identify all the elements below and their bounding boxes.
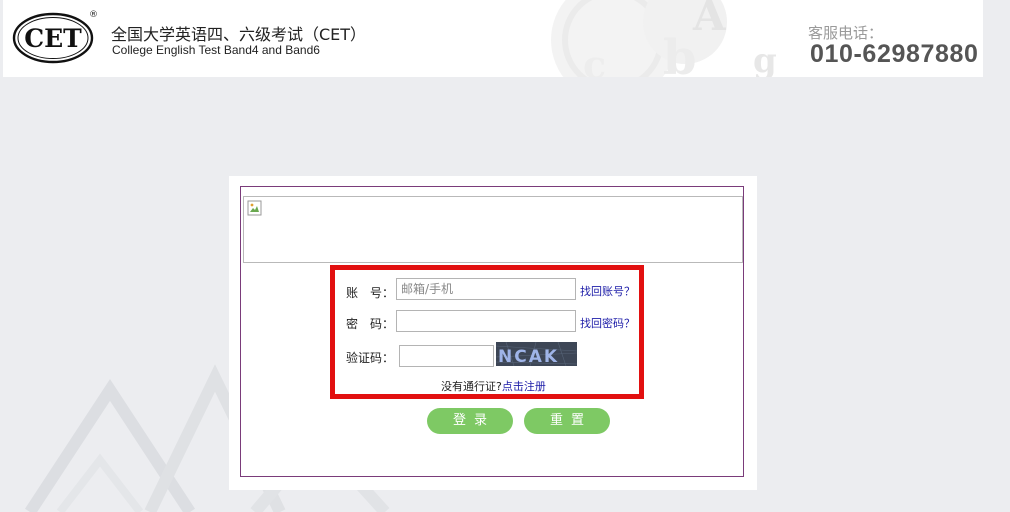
register-prompt: 没有通行证? <box>441 380 502 393</box>
login-button[interactable]: 登录 <box>427 408 513 434</box>
logo-text: CET <box>24 24 82 53</box>
account-placeholder: 邮箱/手机 <box>401 282 454 296</box>
captcha-input[interactable] <box>399 345 494 367</box>
svg-text:c: c <box>583 42 606 77</box>
captcha-noise: NCAK <box>496 342 577 366</box>
site-header: A g b c CET ® 全国大学英语四、六级考试（CET） College … <box>3 0 983 77</box>
broken-image-icon <box>247 200 262 216</box>
password-label: 密 码： <box>346 317 395 331</box>
password-input[interactable] <box>396 310 576 332</box>
site-title-chinese: 全国大学英语四、六级考试（CET） <box>111 25 367 44</box>
svg-text:g: g <box>753 41 777 77</box>
svg-text:A: A <box>692 0 727 40</box>
captcha-image[interactable]: NCAK <box>496 342 577 366</box>
register-row: 没有通行证?点击注册 <box>441 378 546 394</box>
reset-button[interactable]: 重置 <box>524 408 610 434</box>
captcha-label: 验证码： <box>346 351 395 365</box>
captcha-text: NCAK <box>498 347 559 366</box>
registered-mark: ® <box>89 10 98 20</box>
find-password-link[interactable]: 找回密码？ <box>580 315 635 331</box>
register-link[interactable]: 点击注册 <box>502 380 546 393</box>
site-title-english: College English Test Band4 and Band6 <box>112 43 320 57</box>
hotline-number: 010-62987880 <box>810 40 979 68</box>
login-panel: 账 号： 邮箱/手机 找回账号？ 密 码： 找回密码？ 验证码： NCAK 没有… <box>229 176 757 490</box>
find-account-link[interactable]: 找回账号？ <box>580 283 635 299</box>
account-label: 账 号： <box>346 286 395 300</box>
account-input[interactable]: 邮箱/手机 <box>396 278 576 300</box>
header-background-decoration: A g b c <box>551 0 777 77</box>
cet-logo: CET <box>12 12 94 64</box>
banner-image-broken <box>243 196 743 263</box>
svg-text:b: b <box>663 30 697 77</box>
